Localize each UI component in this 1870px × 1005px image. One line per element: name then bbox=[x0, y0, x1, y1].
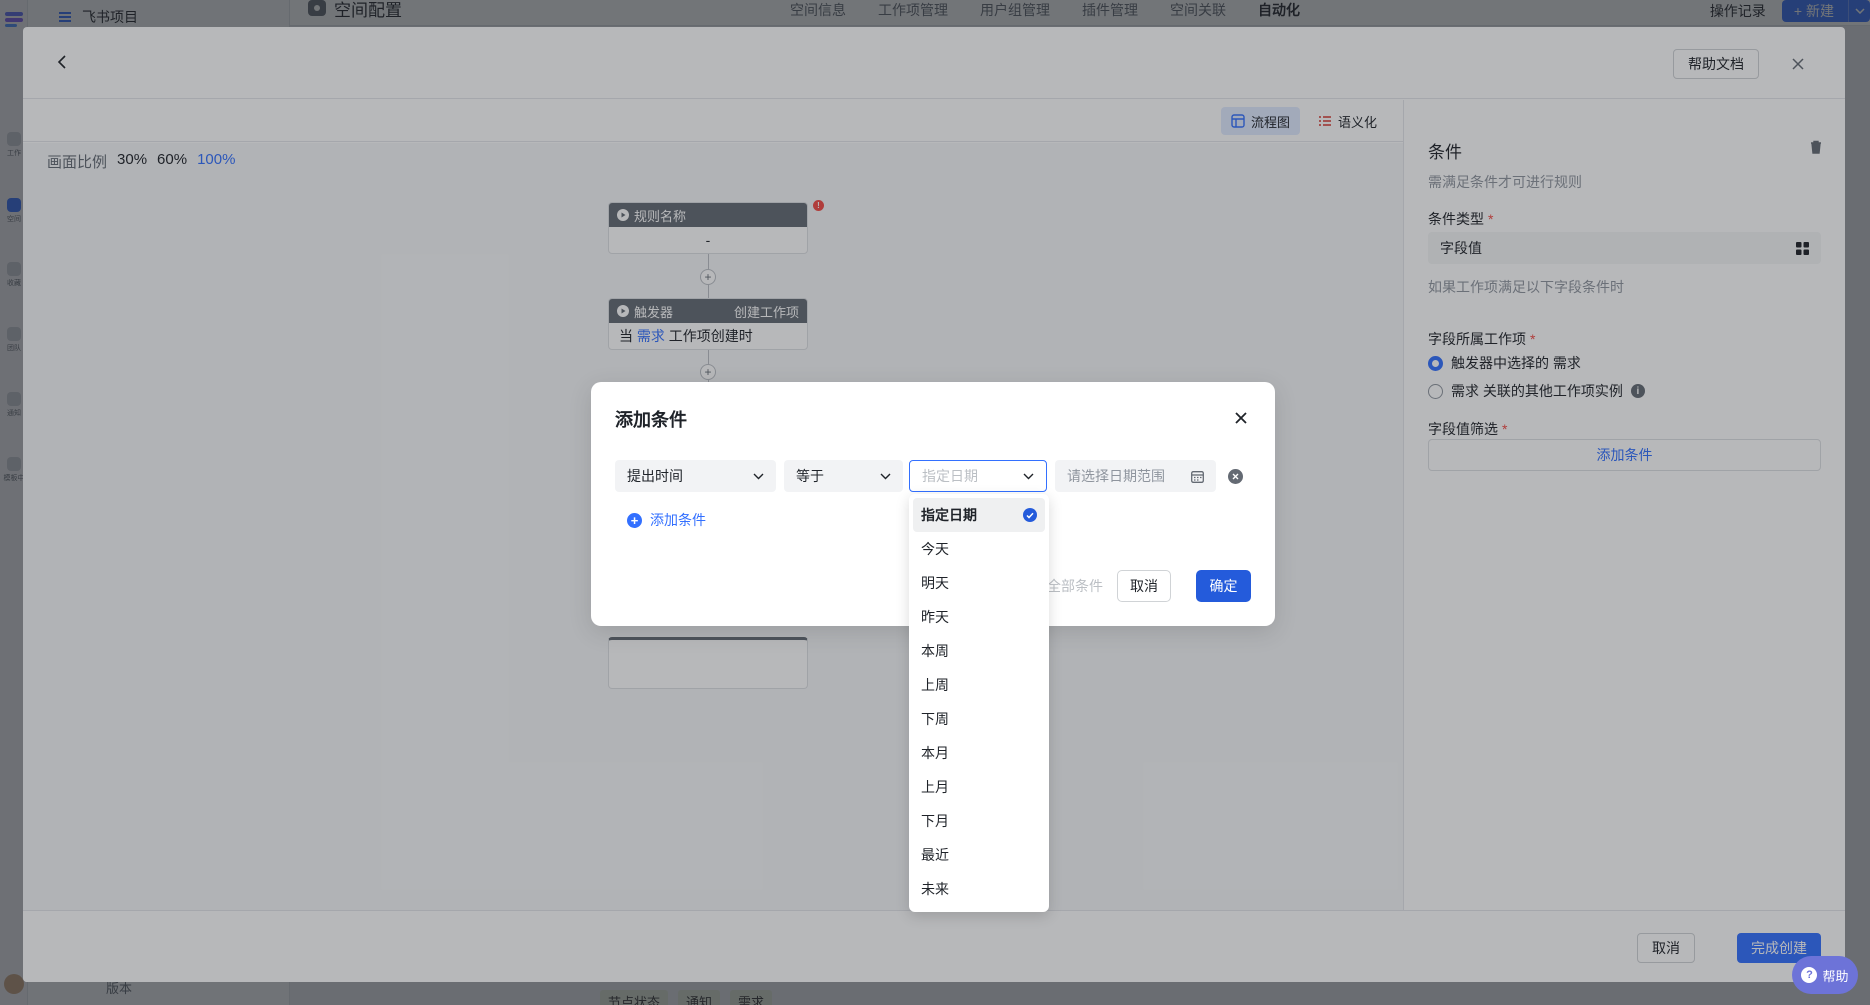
field-select[interactable]: 提出时间 bbox=[615, 460, 776, 492]
close-icon bbox=[1235, 412, 1247, 424]
dropdown-option-today[interactable]: 今天 bbox=[913, 532, 1045, 566]
dropdown-option-last-month[interactable]: 上月 bbox=[913, 770, 1045, 804]
dialog-add-condition-button[interactable]: + 添加条件 bbox=[627, 510, 706, 530]
remove-condition-icon[interactable] bbox=[1228, 469, 1243, 484]
help-label: 帮助 bbox=[1822, 968, 1849, 984]
dropdown-option-tomorrow[interactable]: 明天 bbox=[913, 566, 1045, 600]
dropdown-option-yesterday[interactable]: 昨天 bbox=[913, 600, 1045, 634]
chevron-down-icon bbox=[880, 473, 891, 479]
dropdown-option-last-week[interactable]: 上周 bbox=[913, 668, 1045, 702]
dropdown-option-next-month[interactable]: 下月 bbox=[913, 804, 1045, 838]
date-range-placeholder: 请选择日期范围 bbox=[1067, 468, 1165, 484]
field-select-value: 提出时间 bbox=[627, 468, 683, 484]
help-float-button[interactable]: ? 帮助 bbox=[1792, 956, 1858, 994]
date-mode-dropdown: 指定日期 今天 明天 昨天 本周 上周 下周 本月 上月 下月 最近 未来 bbox=[909, 494, 1049, 912]
plus-circle-icon: + bbox=[627, 512, 642, 528]
date-mode-select[interactable]: 指定日期 bbox=[909, 460, 1047, 492]
dialog-confirm-button[interactable]: 确定 bbox=[1196, 570, 1251, 602]
dropdown-option-recent[interactable]: 最近 bbox=[913, 838, 1045, 872]
dialog-cancel-button[interactable]: 取消 bbox=[1117, 570, 1171, 602]
chevron-down-icon bbox=[1023, 473, 1034, 479]
operator-select-value: 等于 bbox=[796, 468, 824, 484]
operator-select[interactable]: 等于 bbox=[784, 460, 903, 492]
dialog-title: 添加条件 bbox=[615, 410, 687, 430]
dropdown-option-this-month[interactable]: 本月 bbox=[913, 736, 1045, 770]
clear-all-conditions[interactable]: 全部条件 bbox=[1047, 576, 1103, 596]
calendar-icon bbox=[1191, 470, 1204, 483]
question-icon: ? bbox=[1801, 967, 1818, 983]
date-mode-placeholder: 指定日期 bbox=[922, 468, 978, 484]
date-range-picker[interactable]: 请选择日期范围 bbox=[1055, 460, 1216, 492]
dropdown-option-this-week[interactable]: 本周 bbox=[913, 634, 1045, 668]
chevron-down-icon bbox=[753, 473, 764, 479]
check-icon bbox=[1023, 508, 1037, 522]
dropdown-option-future[interactable]: 未来 bbox=[913, 872, 1045, 906]
dropdown-option-next-week[interactable]: 下周 bbox=[913, 702, 1045, 736]
dialog-add-condition-label: 添加条件 bbox=[650, 512, 706, 528]
dropdown-option-selected[interactable]: 指定日期 bbox=[913, 498, 1045, 532]
dialog-close-button[interactable] bbox=[1231, 408, 1251, 428]
